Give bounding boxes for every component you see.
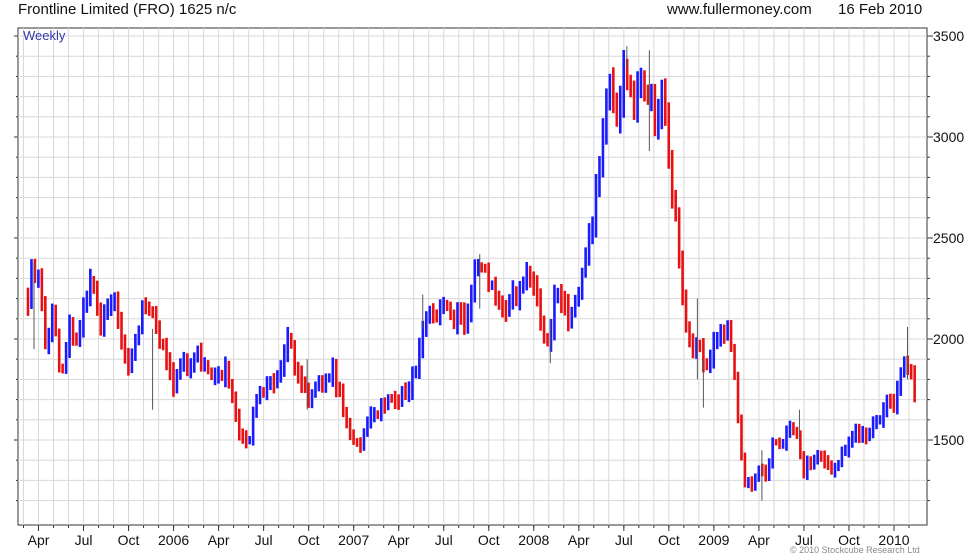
x-tick-label: Oct: [478, 532, 500, 548]
x-tick-label: Oct: [118, 532, 140, 548]
x-axis: Apr Jul Oct 2006 Apr Jul Oct 2007 Apr Jul Oct 2008 A…: [23, 525, 910, 548]
x-tick-label: Apr: [388, 532, 410, 548]
x-tick-label: Jul: [615, 532, 633, 548]
y-tick-label: 2500: [933, 230, 964, 246]
x-tick-label: 2006: [158, 532, 189, 548]
plot-area: [17, 27, 928, 526]
x-tick-label: Apr: [568, 532, 590, 548]
price-chart: 1500 2000 2500 3000 3500 Apr Jul Oct 2006 Apr Jul…: [14, 27, 964, 548]
period-label: Weekly: [23, 28, 66, 43]
x-tick-label: Apr: [748, 532, 770, 548]
copyright-notice: © 2010 Stockcube Research Ltd: [790, 545, 920, 555]
x-tick-label: 2007: [338, 532, 369, 548]
x-tick-label: Apr: [28, 532, 50, 548]
x-tick-label: Apr: [208, 532, 230, 548]
x-tick-label: 2008: [518, 532, 549, 548]
y-tick-label: 1500: [933, 432, 964, 448]
y-tick-label: 3000: [933, 129, 964, 145]
x-tick-label: 2009: [698, 532, 729, 548]
y-tick-label: 2000: [933, 331, 964, 347]
x-tick-label: Jul: [75, 532, 93, 548]
x-tick-label: Jul: [255, 532, 273, 548]
y-tick-label: 3500: [933, 28, 964, 44]
x-tick-label: Oct: [298, 532, 320, 548]
x-tick-label: Jul: [435, 532, 453, 548]
x-tick-label: Oct: [658, 532, 680, 548]
